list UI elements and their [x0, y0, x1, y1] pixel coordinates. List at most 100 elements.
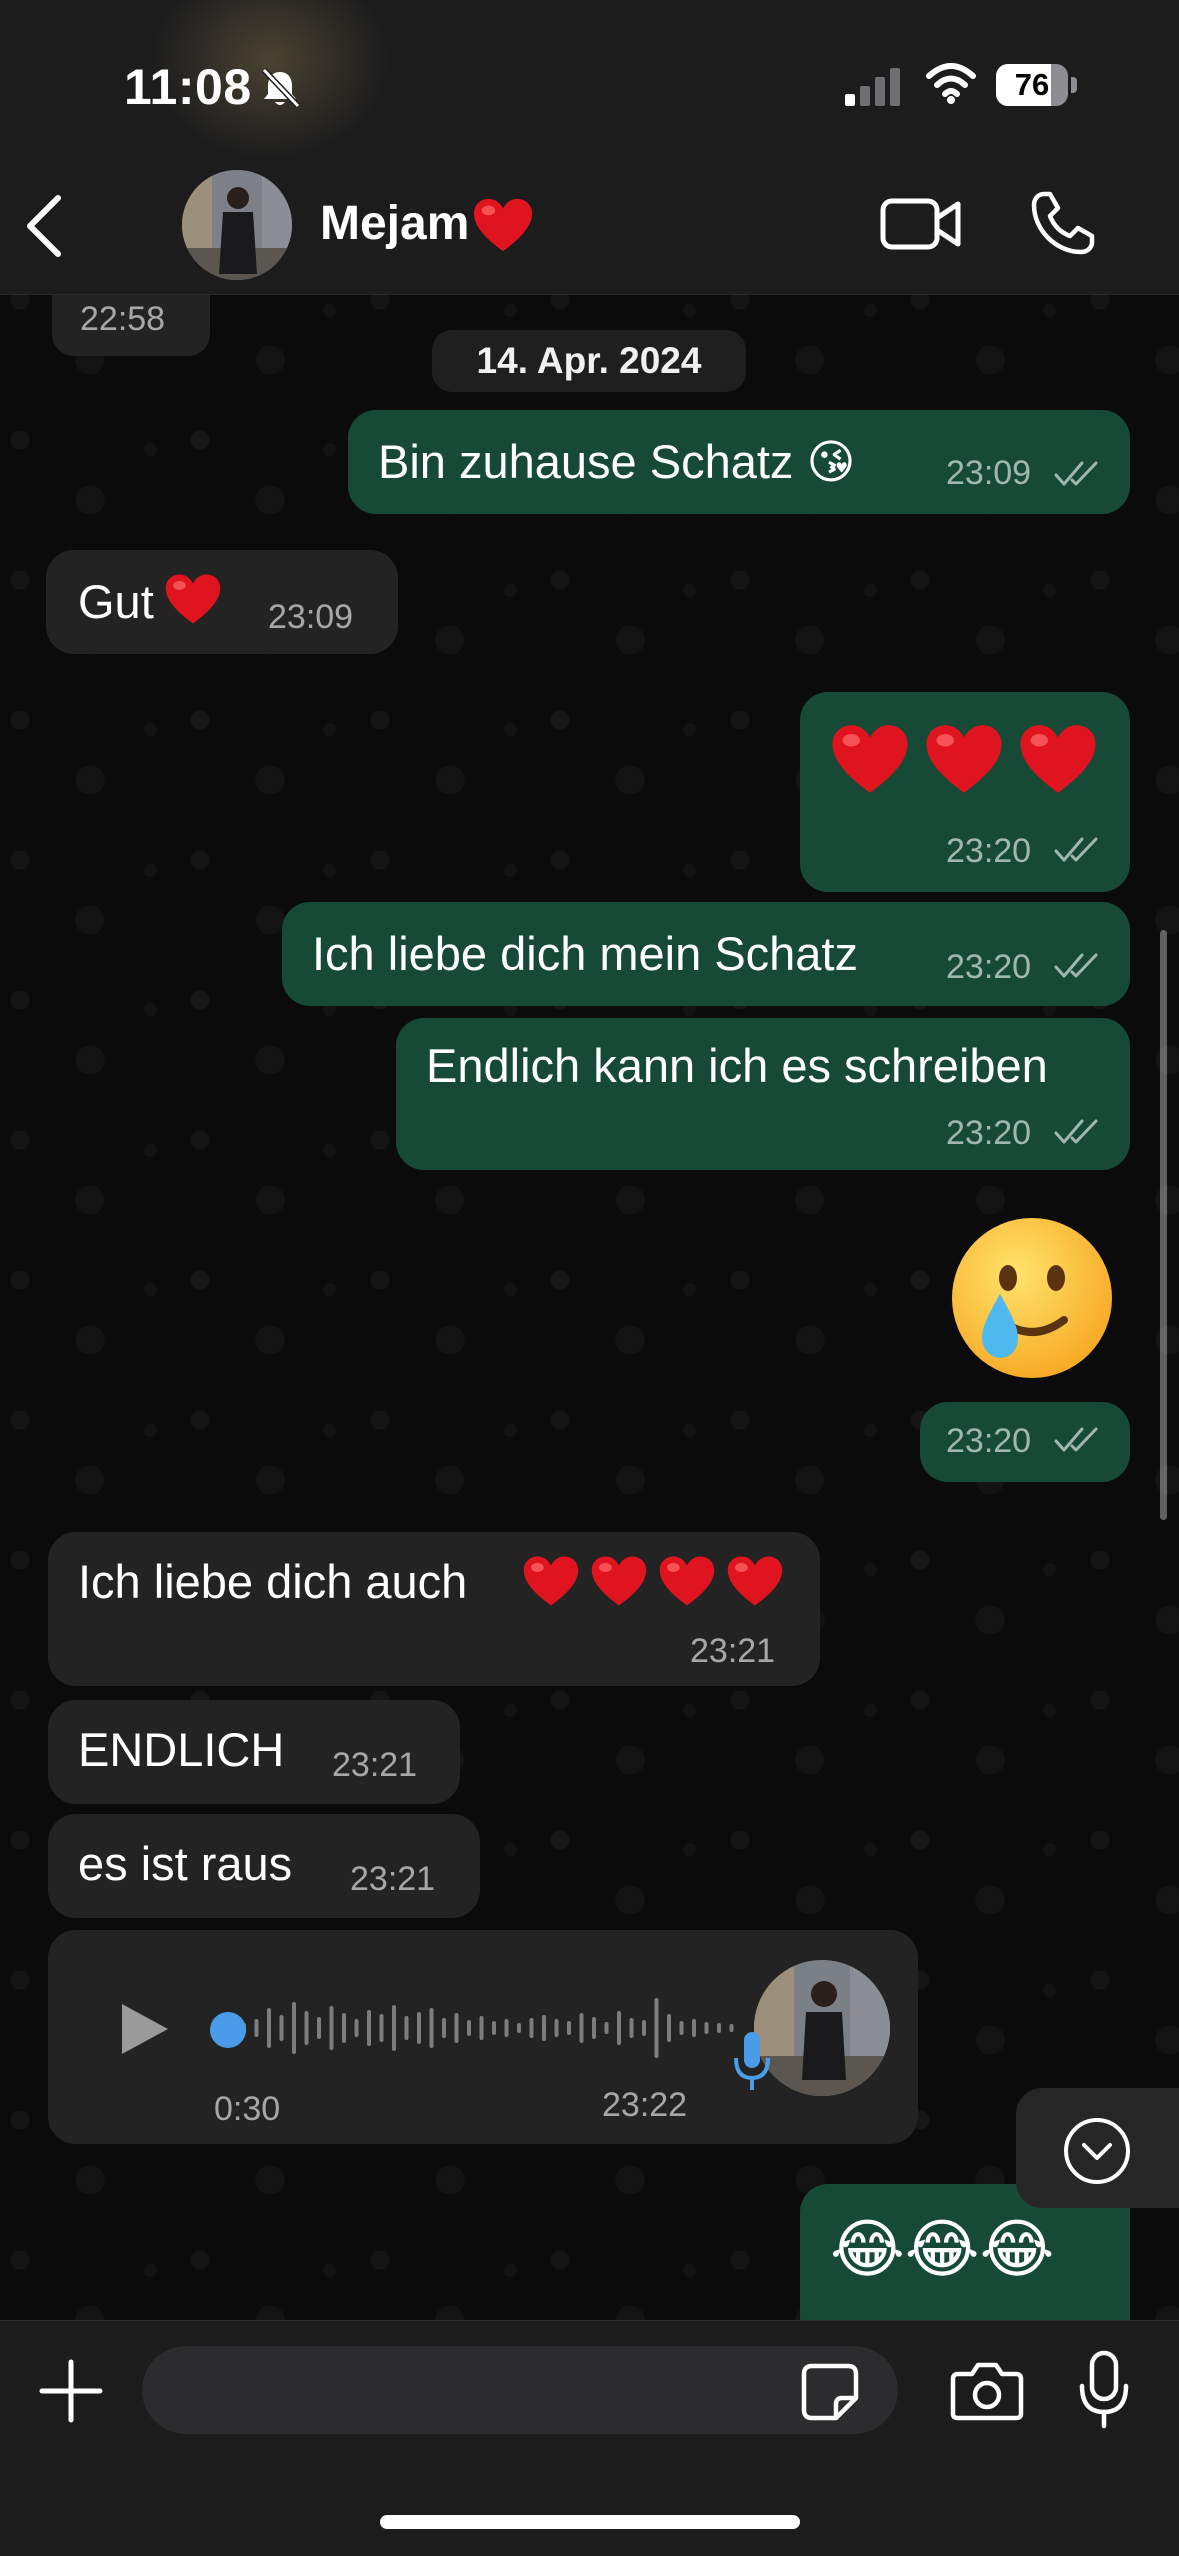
red-heart-emoji-icon — [924, 722, 1004, 796]
silent-bell-icon — [261, 67, 301, 109]
message-bubble-outgoing[interactable]: 23:20 — [800, 692, 1130, 892]
read-ticks-icon — [1054, 460, 1102, 488]
waveform-bar — [592, 2017, 596, 2039]
camera-icon[interactable] — [950, 2360, 1024, 2422]
plus-icon[interactable] — [38, 2358, 104, 2424]
waveform-bar — [267, 2008, 271, 2048]
battery-indicator: 76 — [996, 64, 1077, 106]
red-heart-emoji-icon — [658, 1554, 716, 1608]
message-text: Ich liebe dich auch — [78, 1555, 468, 1608]
waveform-bar — [379, 2014, 384, 2042]
waveform-bar — [679, 2021, 684, 2035]
message-time: 23:09 — [946, 454, 1032, 492]
waveform-bar — [367, 2010, 371, 2046]
battery-level: 76 — [1014, 67, 1050, 102]
message-bubble-incoming[interactable]: ENDLICH 23:21 — [48, 1700, 460, 1804]
waveform-bar — [292, 2002, 296, 2054]
waveform-bar — [304, 2011, 309, 2045]
waveform-bar — [717, 2023, 721, 2033]
message-bubble-outgoing[interactable]: 23:20 — [920, 1402, 1130, 1482]
message-text: Gut — [78, 575, 154, 628]
scroll-down-button[interactable] — [1016, 2088, 1179, 2208]
message-time: 23:21 — [350, 1860, 436, 1898]
message-text: es ist raus — [78, 1837, 293, 1890]
waveform-bar — [417, 2012, 421, 2044]
waveform-bar — [442, 2018, 446, 2038]
waveform-bar — [479, 2016, 484, 2040]
waveform-bar — [392, 2005, 396, 2051]
waveform-bar — [342, 2013, 346, 2043]
message-text: Endlich kann ich es schreiben — [426, 1039, 1048, 1092]
message-bubble-outgoing[interactable]: Ich liebe dich mein Schatz 23:20 — [282, 902, 1130, 1006]
smiling-face-with-tear-icon — [952, 1218, 1112, 1378]
waveform-bar — [617, 2011, 621, 2045]
message-text: Ich liebe dich mein Schatz — [312, 927, 859, 980]
red-heart-emoji-icon — [726, 1554, 784, 1608]
waveform[interactable] — [212, 1988, 742, 2068]
waveform-bar — [542, 2015, 546, 2041]
voice-duration: 0:30 — [214, 2090, 281, 2128]
playback-position-dot[interactable] — [210, 2012, 246, 2048]
message-bubble-incoming[interactable]: Ich liebe dich auch 23:21 — [48, 1532, 820, 1686]
message-time: 23:09 — [268, 598, 354, 636]
waveform-bar — [254, 2019, 259, 2037]
waveform-bar — [454, 2013, 459, 2043]
message-time: 23:20 — [946, 1422, 1032, 1460]
tear-face-sticker[interactable] — [948, 1216, 1116, 1384]
wifi-icon — [926, 63, 976, 104]
waveform-bar — [579, 2013, 584, 2043]
message-time: 23:21 — [690, 1632, 776, 1670]
back-icon[interactable] — [22, 194, 68, 258]
date-separator: 14. Apr. 2024 — [432, 330, 746, 392]
waveform-bar — [667, 2014, 671, 2042]
message-text: Bin zuhause Schatz 😘 — [378, 435, 856, 488]
red-heart-emoji-icon — [164, 572, 222, 626]
voice-message-bubble[interactable]: 0:30 23:22 — [48, 1930, 918, 2144]
cellular-signal-icon — [845, 68, 900, 106]
message-input[interactable] — [142, 2346, 898, 2434]
waveform-bar — [642, 2020, 646, 2036]
message-time: 23:20 — [946, 1114, 1032, 1152]
message-bubble-outgoing[interactable]: Endlich kann ich es schreiben 23:20 — [396, 1018, 1130, 1170]
waveform-bar — [517, 2023, 521, 2033]
waveform-bar — [529, 2018, 534, 2038]
waveform-bar — [604, 2022, 609, 2034]
red-heart-emoji-icon — [522, 1554, 580, 1608]
waveform-bar — [692, 2019, 696, 2037]
waveform-bar — [654, 1998, 659, 2058]
phone-icon[interactable] — [1030, 190, 1096, 256]
message-bubble-outgoing[interactable]: Bin zuhause Schatz 😘 23:09 — [348, 410, 1130, 514]
waveform-bar — [704, 2022, 709, 2034]
waveform-bar — [404, 2016, 409, 2040]
waveform-bar — [467, 2020, 471, 2036]
read-ticks-icon — [1054, 1426, 1102, 1454]
sticker-icon[interactable] — [800, 2362, 860, 2422]
scrollbar[interactable] — [1160, 930, 1167, 1520]
message-time: 23:22 — [602, 2086, 688, 2124]
message-text: ENDLICH — [78, 1723, 285, 1776]
mic-icon[interactable] — [1076, 2350, 1132, 2430]
message-text: 😂😂😂 — [830, 2213, 1055, 2285]
message-bubble-incoming[interactable]: es ist raus 23:21 — [48, 1814, 480, 1918]
waveform-bar — [629, 2018, 634, 2038]
read-ticks-icon — [1054, 836, 1102, 864]
message-time: 23:20 — [946, 832, 1032, 870]
read-ticks-icon — [1054, 952, 1102, 980]
contact-avatar[interactable] — [182, 170, 292, 280]
message-time: 23:20 — [946, 948, 1032, 986]
scroll-down-icon — [1064, 2118, 1130, 2184]
play-icon[interactable] — [118, 2000, 172, 2058]
red-heart-emoji-icon — [1018, 722, 1098, 796]
status-time: 11:08 — [124, 59, 252, 115]
message-bubble-incoming[interactable]: Gut 23:09 — [46, 550, 398, 654]
video-call-icon[interactable] — [880, 196, 962, 252]
waveform-bar — [279, 2015, 284, 2041]
message-time: 23:21 — [332, 1746, 418, 1784]
contact-name[interactable]: Mejam — [320, 196, 469, 251]
mic-icon — [734, 2032, 770, 2090]
waveform-bar — [492, 2021, 496, 2035]
home-indicator[interactable] — [380, 2515, 800, 2529]
read-ticks-icon — [1054, 1118, 1102, 1146]
waveform-bar — [354, 2019, 359, 2037]
message-time: 22:58 — [80, 300, 166, 338]
